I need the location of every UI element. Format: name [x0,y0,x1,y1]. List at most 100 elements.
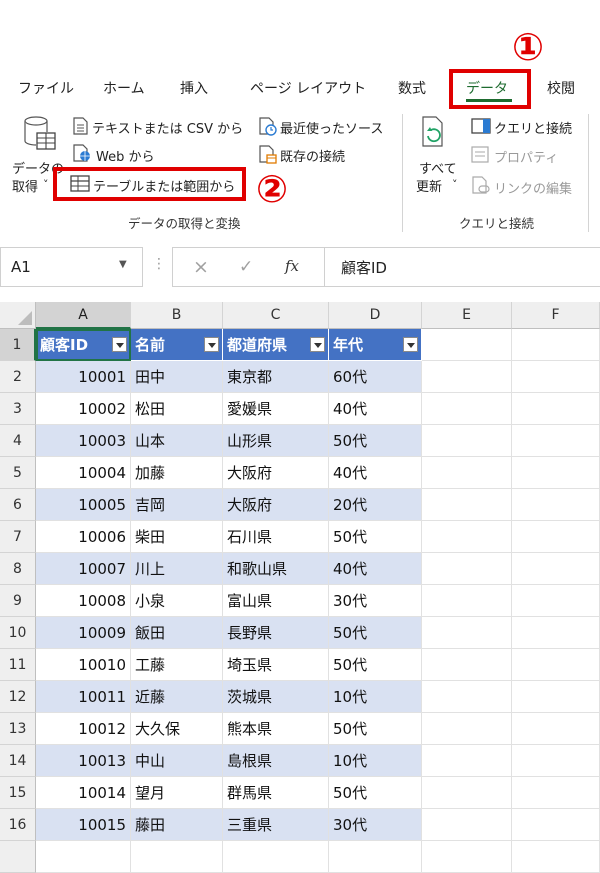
table-cell[interactable] [36,841,131,873]
row-header[interactable]: 5 [0,457,36,489]
cell[interactable] [422,777,512,809]
table-cell[interactable]: 10003 [36,425,131,457]
table-cell[interactable]: 山本 [131,425,223,457]
table-cell[interactable]: 40代 [329,393,422,425]
row-header[interactable]: 8 [0,553,36,585]
table-cell[interactable]: 10代 [329,745,422,777]
table-cell[interactable]: 10005 [36,489,131,521]
table-cell[interactable]: 島根県 [223,745,329,777]
cell[interactable] [422,841,512,873]
table-header-cell[interactable]: 名前 [131,329,223,361]
select-all-corner[interactable] [0,302,36,329]
cell[interactable] [512,329,600,361]
table-cell[interactable]: 40代 [329,553,422,585]
table-cell[interactable]: 40代 [329,457,422,489]
column-header-c[interactable]: C [223,302,329,329]
table-cell[interactable]: 群馬県 [223,777,329,809]
tab-formulas[interactable]: 数式 [398,78,426,98]
row-header[interactable] [0,841,36,873]
table-cell[interactable]: 10008 [36,585,131,617]
row-header[interactable]: 15 [0,777,36,809]
tab-insert[interactable]: 挿入 [180,78,208,98]
table-cell[interactable]: 10010 [36,649,131,681]
table-cell[interactable]: 30代 [329,809,422,841]
table-cell[interactable]: 川上 [131,553,223,585]
table-cell[interactable]: 東京都 [223,361,329,393]
tab-file[interactable]: ファイル [18,78,74,98]
table-cell[interactable]: 10007 [36,553,131,585]
row-header[interactable]: 13 [0,713,36,745]
table-cell[interactable]: 埼玉県 [223,649,329,681]
table-cell[interactable]: 藤田 [131,809,223,841]
table-cell[interactable]: 10015 [36,809,131,841]
table-cell[interactable] [131,841,223,873]
table-cell[interactable]: 10011 [36,681,131,713]
table-cell[interactable]: 愛媛県 [223,393,329,425]
table-cell[interactable]: 工藤 [131,649,223,681]
table-cell[interactable]: 柴田 [131,521,223,553]
table-cell[interactable]: 50代 [329,649,422,681]
cell[interactable] [422,425,512,457]
table-cell[interactable]: 飯田 [131,617,223,649]
chevron-down-icon[interactable]: ▼ [119,259,127,270]
cell[interactable] [422,745,512,777]
table-header-cell[interactable]: 都道府県 [223,329,329,361]
table-cell[interactable]: 50代 [329,777,422,809]
cell[interactable] [512,425,600,457]
formula-input[interactable]: 顧客ID [324,247,600,287]
table-cell[interactable]: 加藤 [131,457,223,489]
cell[interactable] [512,457,600,489]
row-header[interactable]: 14 [0,745,36,777]
cell[interactable] [422,649,512,681]
row-header[interactable]: 11 [0,649,36,681]
cell[interactable] [512,809,600,841]
cell[interactable] [512,585,600,617]
cell[interactable] [422,361,512,393]
cell[interactable] [422,457,512,489]
table-cell[interactable]: 50代 [329,425,422,457]
table-cell[interactable]: 茨城県 [223,681,329,713]
table-cell[interactable]: 小泉 [131,585,223,617]
row-header[interactable]: 12 [0,681,36,713]
cell[interactable] [512,681,600,713]
column-header-f[interactable]: F [512,302,600,329]
table-cell[interactable]: 20代 [329,489,422,521]
table-cell[interactable]: 10009 [36,617,131,649]
table-cell[interactable]: 山形県 [223,425,329,457]
cell[interactable] [422,809,512,841]
cell[interactable] [512,841,600,873]
table-cell[interactable]: 10013 [36,745,131,777]
cell[interactable] [422,713,512,745]
cell[interactable] [422,617,512,649]
cell[interactable] [422,393,512,425]
row-header[interactable]: 9 [0,585,36,617]
cancel-icon[interactable]: × [193,256,209,278]
table-cell[interactable]: 10代 [329,681,422,713]
table-cell[interactable]: 石川県 [223,521,329,553]
filter-dropdown-icon[interactable] [403,337,418,352]
cell[interactable] [422,585,512,617]
column-header-d[interactable]: D [329,302,422,329]
table-cell[interactable]: 近藤 [131,681,223,713]
cell[interactable] [512,393,600,425]
cell[interactable] [512,617,600,649]
tab-home[interactable]: ホーム [103,78,145,98]
table-cell[interactable]: 30代 [329,585,422,617]
table-cell[interactable] [329,841,422,873]
table-cell[interactable]: 50代 [329,521,422,553]
cell[interactable] [512,649,600,681]
row-header[interactable]: 2 [0,361,36,393]
cell[interactable] [422,489,512,521]
cell[interactable] [512,777,600,809]
row-header[interactable]: 4 [0,425,36,457]
row-header[interactable]: 3 [0,393,36,425]
column-header-b[interactable]: B [131,302,223,329]
table-header-cell[interactable]: 年代 [329,329,422,361]
column-header-e[interactable]: E [422,302,512,329]
cell[interactable] [512,745,600,777]
table-cell[interactable]: 大阪府 [223,489,329,521]
table-cell[interactable]: 50代 [329,713,422,745]
cell[interactable] [512,489,600,521]
table-cell[interactable]: 中山 [131,745,223,777]
row-header[interactable]: 7 [0,521,36,553]
